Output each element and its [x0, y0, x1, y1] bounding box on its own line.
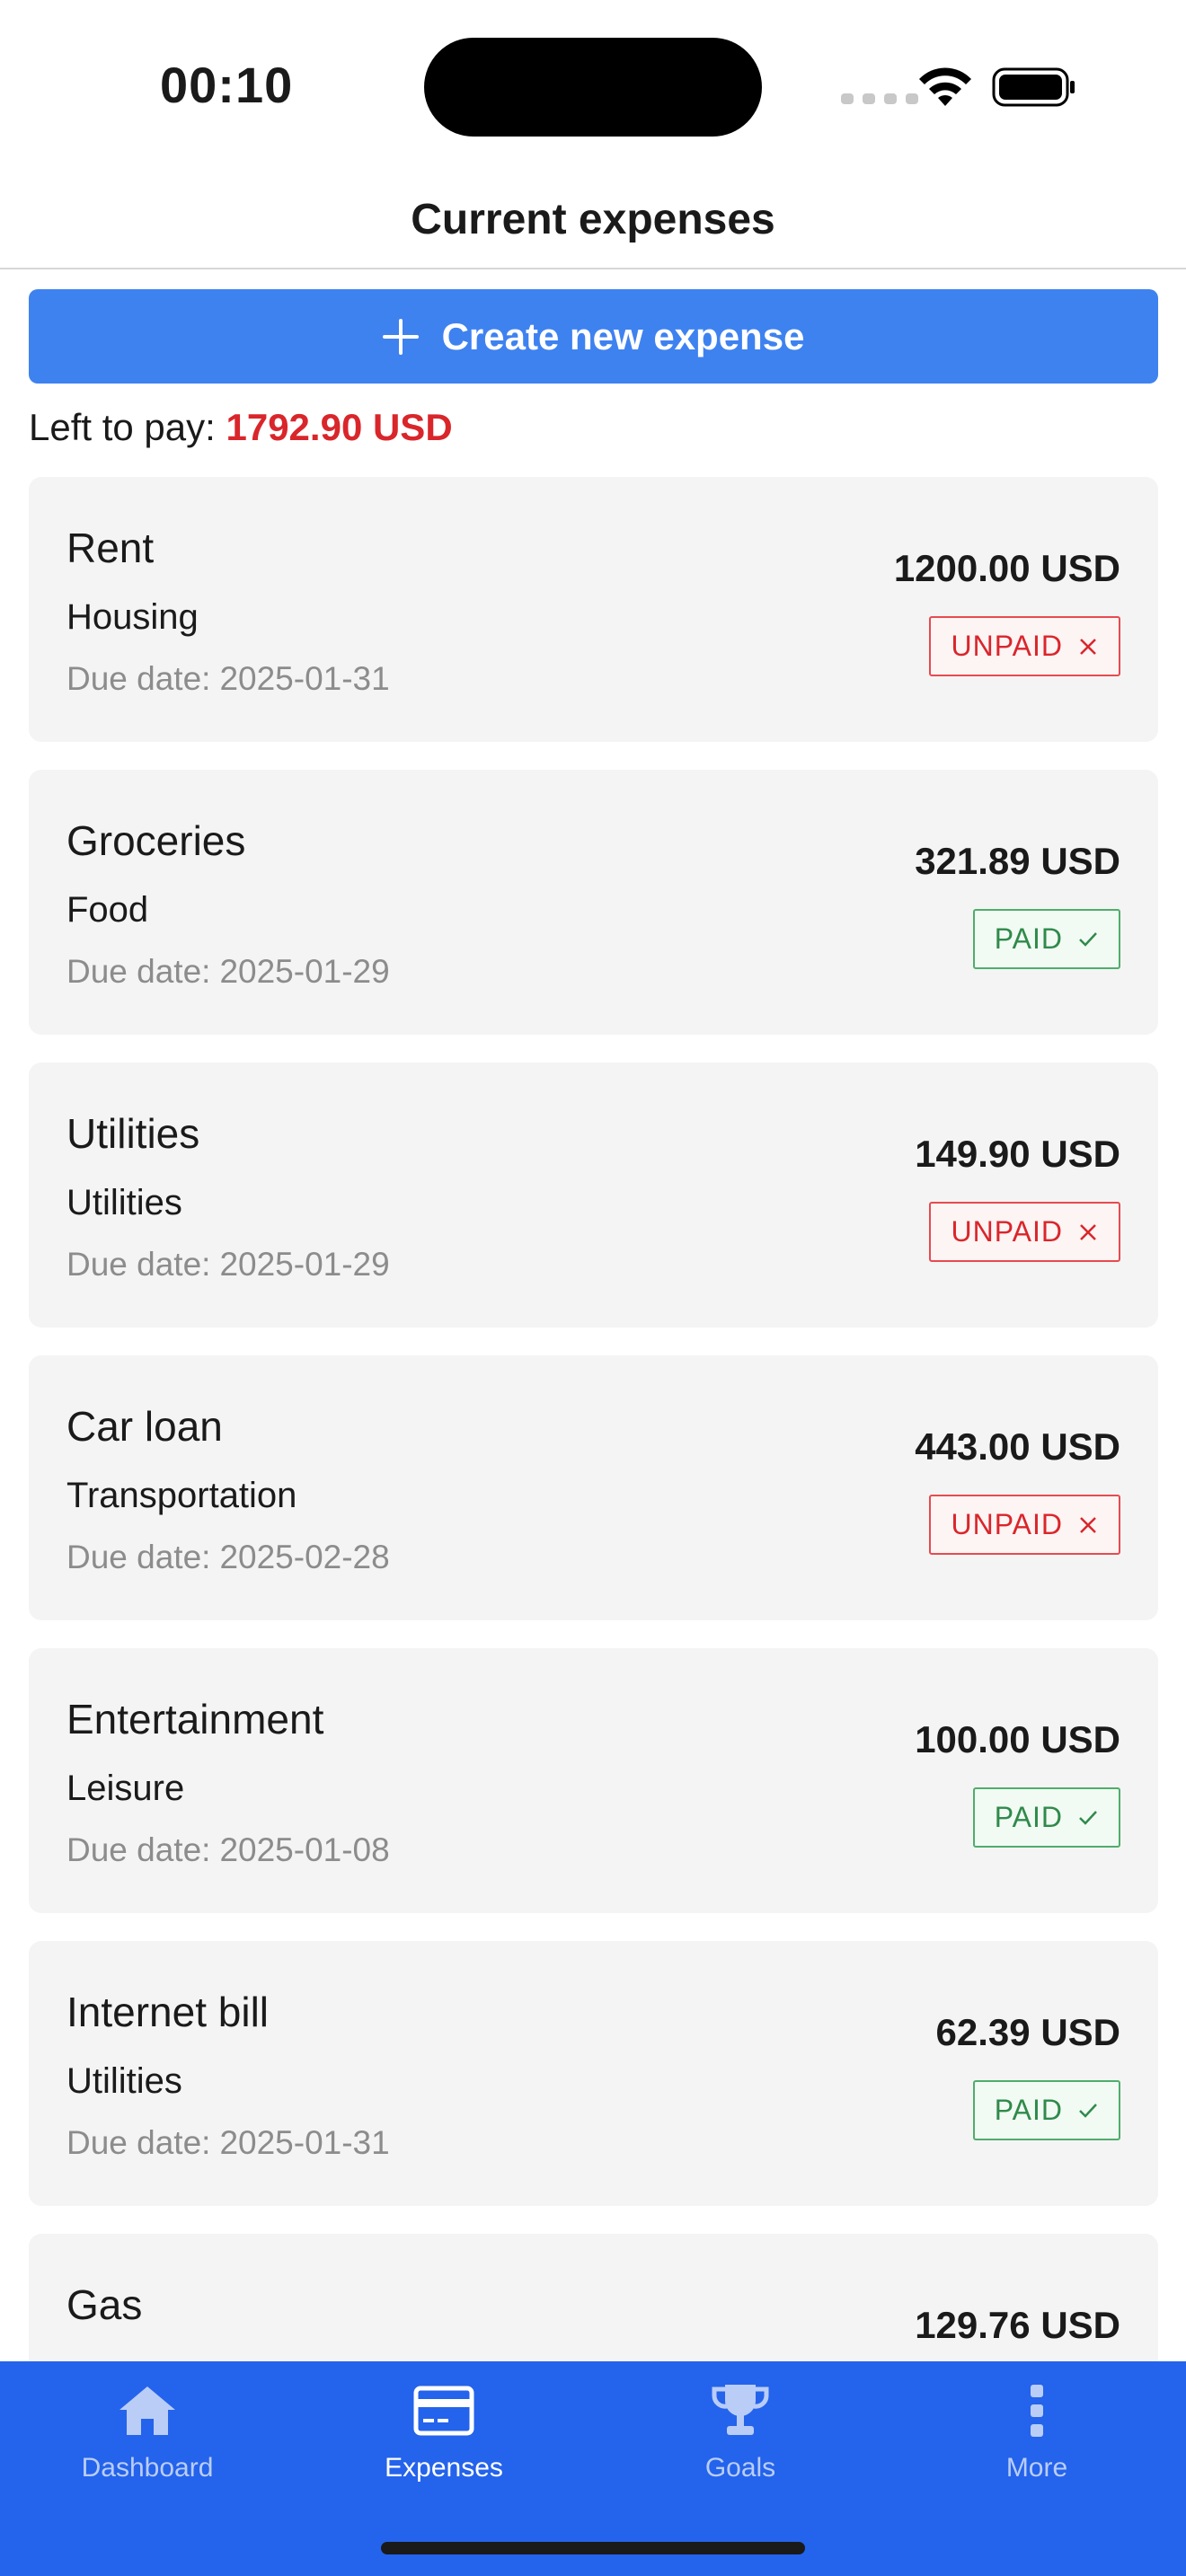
status-label: PAID [994, 922, 1063, 955]
status-label: UNPAID [951, 1508, 1063, 1540]
check-icon [1079, 2103, 1097, 2118]
nav-item-more[interactable]: More [929, 2379, 1145, 2514]
expense-card[interactable]: Entertainment Leisure Due date: 2025-01-0… [29, 1648, 1158, 1913]
expense-name: Groceries [66, 817, 246, 864]
home-icon [119, 2386, 175, 2435]
trophy-icon [712, 2385, 769, 2435]
due-date-value: 2025-01-29 [219, 1246, 390, 1283]
expense-amount: 62.39 USD [935, 2011, 1120, 2053]
status-label: UNPAID [951, 1215, 1063, 1248]
expense-due-date: Due date: 2025-01-29 [66, 953, 390, 991]
expense-name: Internet bill [66, 1989, 270, 2035]
expense-amount: 321.89 USD [915, 840, 1120, 882]
nav-label: More [1005, 2453, 1068, 2483]
expense-due-date: Due date: 2025-01-08 [66, 1831, 390, 1869]
left-to-pay-amount: 1792.90 USD [226, 406, 453, 448]
credit-card-icon [413, 2386, 474, 2436]
expense-category: Transportation [66, 1476, 297, 1515]
due-date-value: 2025-01-29 [219, 953, 390, 990]
expense-amount: 100.00 USD [915, 1718, 1120, 1760]
expense-amount: 149.90 USD [915, 1133, 1120, 1175]
expense-list: Rent Housing Due date: 2025-01-31 1200.00… [29, 477, 1158, 2361]
status-label: UNPAID [951, 630, 1063, 662]
dynamic-island [424, 38, 762, 137]
due-date-value: 2025-01-08 [219, 1831, 390, 1868]
status-badge[interactable]: PAID [972, 1787, 1120, 1848]
expense-category: Housing [66, 597, 199, 637]
expense-name: Gas [66, 2281, 143, 2328]
nav-label: Expenses [385, 2453, 503, 2483]
due-date-value: 2025-02-28 [219, 1539, 390, 1575]
due-date-value: 2025-01-31 [219, 660, 390, 697]
expense-category: Food [66, 890, 149, 930]
more-vertical-icon [1031, 2385, 1043, 2437]
expense-card[interactable]: Car loan Transportation Due date: 2025-02… [29, 1355, 1158, 1620]
status-badge[interactable]: UNPAID [929, 1202, 1120, 1262]
create-expense-label: Create new expense [441, 314, 805, 357]
expense-due-date: Due date: 2025-01-31 [66, 660, 390, 698]
expense-due-date: Due date: 2025-01-29 [66, 1246, 390, 1284]
due-date-label: Due date: [66, 1246, 211, 1283]
due-date-label: Due date: [66, 1539, 211, 1575]
nav-label: Dashboard [81, 2453, 214, 2483]
expense-category: Utilities [66, 2061, 182, 2101]
status-badge[interactable]: UNPAID [929, 616, 1120, 676]
close-icon [1080, 638, 1096, 655]
nav-item-dashboard[interactable]: Dashboard [40, 2379, 255, 2514]
status-label: PAID [994, 2094, 1063, 2126]
expense-name: Rent [66, 525, 155, 571]
page-title: Current expenses [411, 195, 775, 243]
create-expense-button[interactable]: Create new expense [29, 289, 1158, 384]
expense-amount: 443.00 USD [915, 1425, 1120, 1468]
nav-label: Goals [704, 2453, 776, 2483]
expense-name: Utilities [66, 1110, 200, 1157]
close-icon [1080, 1223, 1096, 1240]
check-icon [1079, 1810, 1097, 1825]
expense-card[interactable]: Groceries Food Due date: 2025-01-29 321.8… [29, 770, 1158, 1035]
expense-due-date: Due date: 2025-02-28 [66, 1539, 390, 1576]
status-badge[interactable]: PAID [972, 2080, 1120, 2140]
battery-icon [992, 67, 1075, 107]
status-badge[interactable]: PAID [972, 909, 1120, 969]
expense-card[interactable]: Internet bill Utilities Due date: 2025-01… [29, 1941, 1158, 2206]
due-date-value: 2025-01-31 [219, 2124, 390, 2161]
expense-category: Utilities [66, 1183, 182, 1222]
expense-due-date: Due date: 2025-01-31 [66, 2124, 390, 2162]
due-date-label: Due date: [66, 953, 211, 990]
wifi-icon [919, 67, 971, 106]
expense-card[interactable]: Utilities Utilities Due date: 2025-01-29 … [29, 1063, 1158, 1328]
left-to-pay-label: Left to pay: [29, 406, 216, 448]
plus-icon [382, 318, 419, 355]
left-to-pay-summary: Left to pay: 1792.90 USD [29, 406, 453, 449]
expense-name: Entertainment [66, 1696, 324, 1742]
expense-name: Car loan [66, 1403, 223, 1450]
expense-amount: 129.76 USD [915, 2304, 1120, 2346]
status-time: 00:10 [160, 57, 294, 113]
header: Current expenses [0, 171, 1186, 269]
nav-item-expenses[interactable]: Expenses [336, 2379, 552, 2514]
status-badge[interactable]: UNPAID [929, 1495, 1120, 1555]
close-icon [1080, 1516, 1096, 1533]
expense-category: Leisure [66, 1769, 185, 1808]
cellular-signal-icon [841, 93, 918, 104]
status-label: PAID [994, 1801, 1063, 1833]
home-indicator[interactable] [381, 2542, 805, 2554]
nav-item-goals[interactable]: Goals [633, 2379, 848, 2514]
expense-card[interactable]: Rent Housing Due date: 2025-01-31 1200.00… [29, 477, 1158, 742]
due-date-label: Due date: [66, 1831, 211, 1868]
due-date-label: Due date: [66, 660, 211, 697]
expense-amount: 1200.00 USD [893, 547, 1120, 589]
due-date-label: Due date: [66, 2124, 211, 2161]
expense-card[interactable]: Gas 129.76 USD [29, 2234, 1158, 2361]
status-bar: 00:10 [0, 0, 1186, 171]
check-icon [1079, 931, 1097, 947]
